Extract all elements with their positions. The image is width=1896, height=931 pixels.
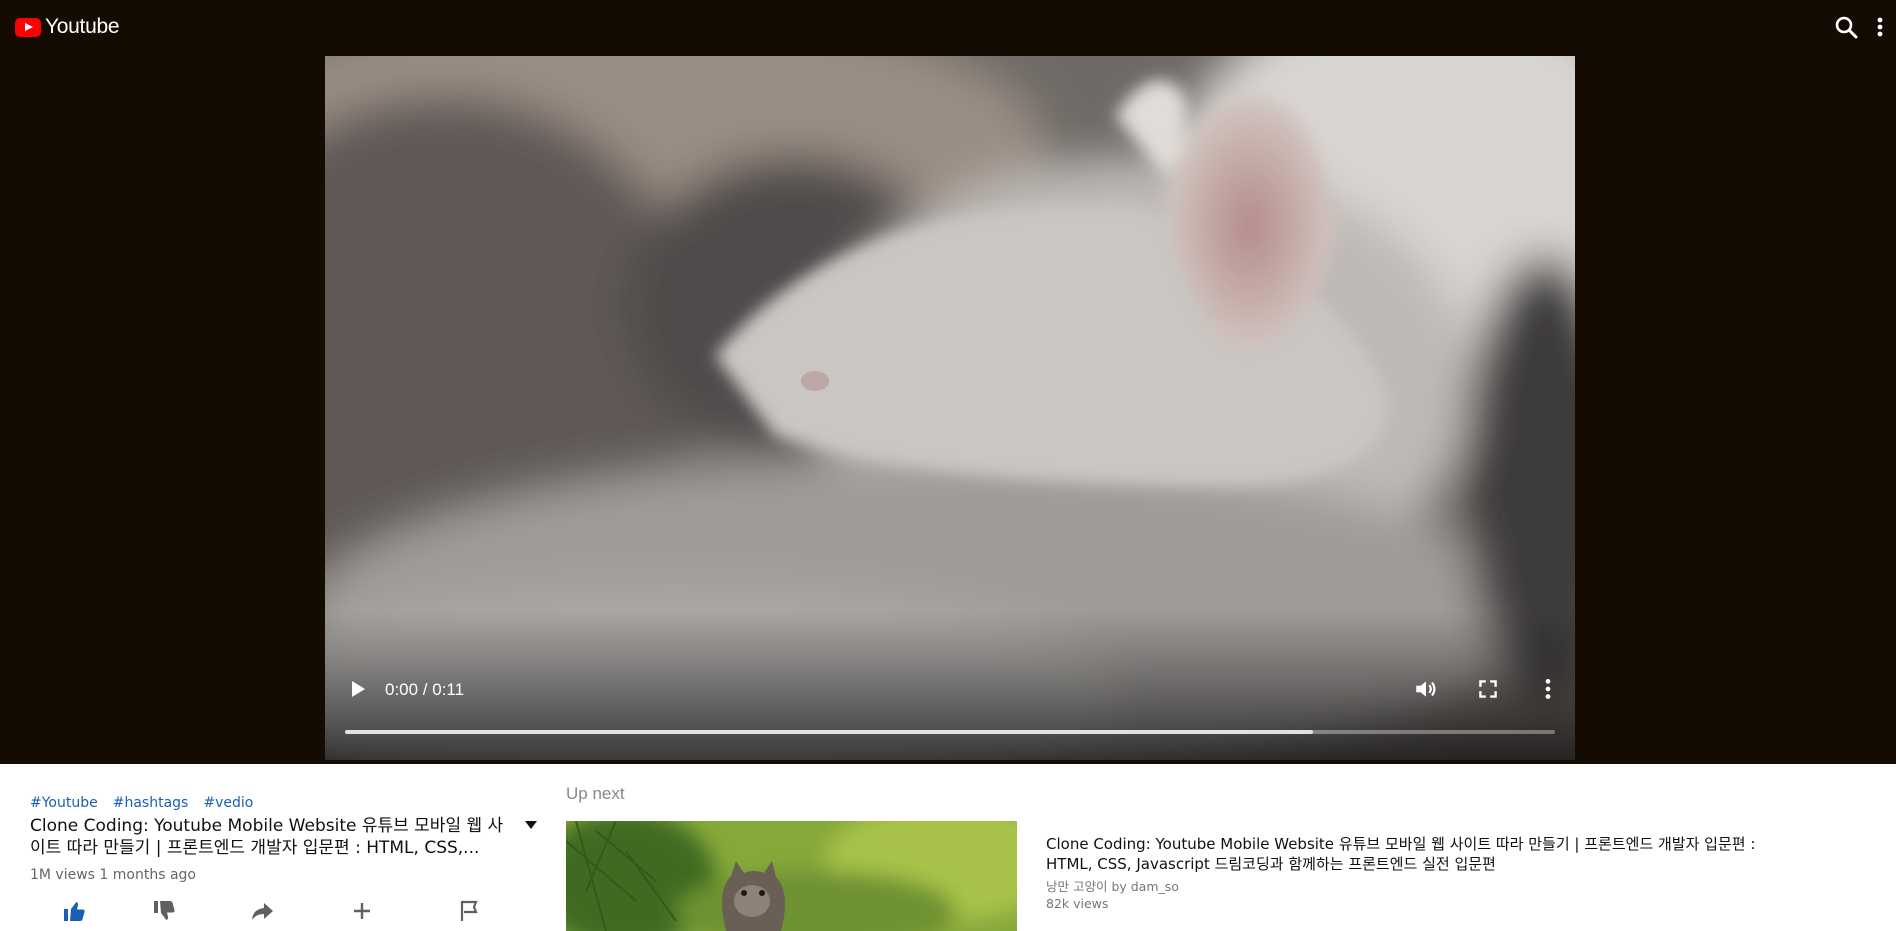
video-title: Clone Coding: Youtube Mobile Website 유튜브… [30,816,504,858]
thumb-up-icon[interactable] [62,899,86,923]
flag-icon[interactable] [458,899,482,923]
play-icon[interactable] [347,678,369,700]
seek-bar[interactable] [345,730,1555,734]
title-row: Clone Coding: Youtube Mobile Website 유튜브… [30,815,540,859]
hashtag-link[interactable]: #vedio [203,795,253,813]
buffered-progress [345,730,1313,734]
up-next-views: 82k views [1046,896,1109,911]
up-next-heading: Up next [566,784,625,803]
search-icon[interactable] [1834,15,1858,39]
action-bar [30,899,510,927]
fullscreen-icon[interactable] [1475,676,1501,702]
expand-caret-icon[interactable] [525,821,537,829]
video-player[interactable]: 0:00 / 0:11 [325,56,1575,760]
youtube-logo[interactable]: Youtube [15,15,120,39]
more-vert-icon[interactable] [1872,15,1888,39]
player-menu-icon[interactable] [1535,676,1561,702]
up-next-thumbnail[interactable] [566,821,1017,931]
top-app-bar: Youtube [0,0,1896,56]
kitten-thumbnail-image [566,821,1017,931]
hashtag-link[interactable]: #Youtube [30,795,98,813]
share-icon[interactable] [250,899,274,923]
youtube-play-icon [15,17,41,37]
app-title: Youtube [45,15,120,38]
thumb-down-icon[interactable] [152,899,176,923]
volume-icon[interactable] [1413,676,1439,702]
hashtag-list: #Youtube #hashtags #vedio [30,795,540,813]
hashtag-link[interactable]: #hashtags [113,795,189,813]
player-area: 0:00 / 0:11 [0,56,1896,764]
add-icon[interactable] [350,899,374,923]
up-next-title: Clone Coding: Youtube Mobile Website 유튜브… [1046,835,1756,873]
controls-gradient [325,610,1575,760]
up-next-item[interactable]: Clone Coding: Youtube Mobile Website 유튜브… [1046,834,1786,911]
up-next-channel: 낭만 고양이 by dam_so [1046,879,1179,894]
video-info: #Youtube #hashtags #vedio Clone Coding: … [30,795,540,921]
video-meta: 1M views 1 months ago [30,867,196,883]
time-display: 0:00 / 0:11 [385,680,465,699]
